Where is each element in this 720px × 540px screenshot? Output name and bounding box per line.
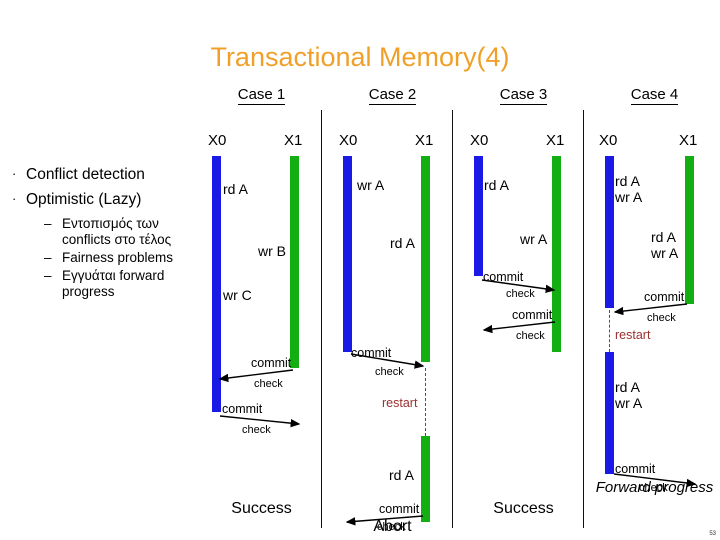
x0-check-label: check (242, 424, 271, 436)
case-column-3: Case 3 X0 X1 rd A wr A commit check comm… (458, 84, 589, 524)
sub-bullet-item: – Εγγυάται forward progress (4, 268, 204, 300)
bullet-text: Optimistic (Lazy) (26, 191, 142, 208)
x1-to-x0-check-arrow (345, 515, 424, 526)
case-outcome: Success (493, 500, 554, 517)
bullet-marker-icon: · (12, 191, 17, 206)
sub-bullet-text: Εγγυάται forward progress (62, 268, 165, 299)
case-outcome: Forward progress (595, 479, 714, 496)
dash-marker-icon: – (44, 250, 52, 265)
x0-to-x1-check-arrow (613, 473, 697, 488)
transaction-timeline-diagram: Case 1 X0 X1 rd A wr C wr B commit check… (196, 84, 720, 535)
dash-marker-icon: – (44, 268, 52, 283)
sub-bullet-text: Fairness problems (62, 250, 174, 265)
x1-check-label: check (516, 330, 545, 342)
case-outcome: Abort (373, 518, 412, 535)
bullet-marker-icon: · (12, 166, 17, 181)
bullet-text: Conflict detection (26, 166, 145, 183)
sub-bullet-item: – Εντοπισμός των conflicts στο τέλος (4, 216, 204, 248)
page-number: 53 (709, 531, 716, 537)
bullet-list: · Conflict detection · Optimistic (Lazy)… (4, 166, 204, 302)
case-column-1: Case 1 X0 X1 rd A wr C wr B commit check… (196, 84, 327, 524)
case-column-4: Case 4 X0 X1 rd A wr A rd A wr A commit … (589, 84, 720, 524)
case-column-2: Case 2 X0 X1 wr A rd A commit check rest… (327, 84, 458, 535)
sub-bullet-item: – Fairness problems (4, 250, 204, 266)
bullet-item: · Optimistic (Lazy) (4, 191, 204, 209)
bullet-item: · Conflict detection (4, 166, 204, 184)
x1-to-x0-check-arrow (482, 321, 556, 334)
page-title: Transactional Memory(4) (210, 42, 510, 72)
slide-canvas: Transactional Memory(4) · Conflict detec… (0, 0, 720, 540)
x0-to-x1-check-arrow (219, 415, 301, 428)
sub-bullet-text: Εντοπισμός των conflicts στο τέλος (62, 216, 172, 247)
dash-marker-icon: – (44, 216, 52, 231)
case-outcome: Success (231, 500, 292, 517)
